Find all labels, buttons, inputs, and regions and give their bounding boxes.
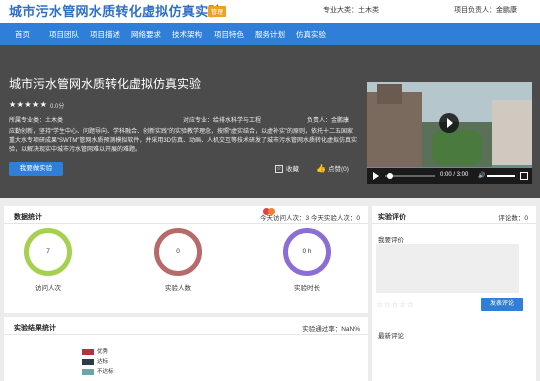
nav-features[interactable]: 项目特色 [214, 29, 244, 40]
video-controls: 0:00 / 3:00 🔊 [367, 168, 532, 184]
volume-slider[interactable] [487, 175, 515, 177]
legend-swatch [82, 368, 94, 375]
meta-related-major: 对应专业：给排水科学与工程 [183, 118, 262, 124]
nav-team[interactable]: 项目团队 [49, 29, 79, 40]
video-player[interactable]: 0:00 / 3:00 🔊 [367, 82, 532, 184]
review-title: 实验评价 [378, 214, 406, 221]
nav-home[interactable]: 首页 [15, 29, 30, 40]
review-header: 实验评价 评论数：0 [372, 206, 536, 224]
play-icon[interactable] [373, 172, 379, 180]
latest-reviews-label: 最新评论 [378, 333, 404, 340]
seek-handle[interactable] [387, 173, 393, 179]
duration-value: 0 h [302, 248, 312, 255]
rating-stars: ★★★★★ [9, 100, 48, 109]
like-button[interactable]: 👍 点赞(0) [316, 163, 349, 173]
legend-excellent: 优秀 [82, 347, 108, 355]
video-frame-trees [432, 130, 482, 165]
stats-header: 数据统计 今天访问人次：3 今天实验人次：0 [4, 206, 368, 224]
results-panel: 实验结果统计 实验通过率：NaN% 优秀 达标 不达标 [4, 317, 368, 381]
hero-section: 城市污水管网水质转化虚拟仿真实验 ★★★★★ 0.0分 所属专业类：土木类 对应… [0, 45, 540, 198]
stats-title: 数据统计 [14, 214, 42, 221]
review-stars[interactable]: ☆☆☆☆☆ [376, 300, 414, 309]
admin-tag[interactable]: 管理 [208, 6, 227, 17]
nav-network[interactable]: 网络要求 [131, 29, 161, 40]
visits-ring: 7 [24, 228, 72, 276]
nav-simulation[interactable]: 仿真实验 [296, 29, 326, 40]
star-icon: ☆ [275, 165, 283, 174]
project-title: 城市污水管网水质转化虚拟仿真实验 [9, 77, 202, 91]
indicator-dots [263, 208, 275, 217]
legend-label: 不达标 [97, 369, 114, 375]
meta-leader: 负责人：金鹏康 [307, 118, 350, 124]
site-title: 城市污水管网水质转化虚拟仿真实验 [9, 4, 222, 19]
nav-architecture[interactable]: 技术架构 [172, 29, 202, 40]
video-frame-building-right [492, 100, 532, 165]
orange-dot-icon [268, 208, 275, 215]
today-stats: 今天访问人次：3 今天实验人次：0 [259, 215, 360, 222]
like-label: 点赞(0) [327, 166, 349, 173]
legend-label: 达标 [97, 359, 109, 365]
experimenters-ring: 0 [154, 228, 202, 276]
legend-swatch [82, 348, 94, 355]
pass-rate: 实验通过率：NaN% [302, 326, 360, 333]
results-title: 实验结果统计 [14, 325, 56, 332]
legend-swatch [82, 358, 94, 365]
major-category: 专业大类：土木类 [323, 7, 379, 14]
project-leader: 项目负责人：金鹏康 [454, 7, 517, 14]
submit-review-button[interactable]: 发表评论 [481, 298, 523, 311]
top-header: 城市污水管网水质转化虚拟仿真实验 管理 专业大类：土木类 项目负责人：金鹏康 [0, 0, 540, 23]
nav-service[interactable]: 服务计划 [255, 29, 285, 40]
duration-label: 实验时长 [294, 285, 320, 292]
results-header: 实验结果统计 实验通过率：NaN% [4, 317, 368, 335]
big-play-icon[interactable] [439, 113, 459, 133]
visits-value: 7 [46, 248, 50, 255]
rating-score: 0.0分 [50, 104, 65, 110]
favorite-label: 收藏 [286, 166, 299, 173]
experimenters-label: 实验人数 [165, 285, 191, 292]
review-count: 评论数：0 [498, 215, 528, 222]
legend-pass: 达标 [82, 357, 108, 365]
legend-fail: 不达标 [82, 367, 114, 375]
legend-label: 优秀 [97, 349, 109, 355]
meta-major: 所属专业类：土木类 [9, 118, 64, 124]
favorite-button[interactable]: ☆ 收藏 [275, 163, 299, 174]
project-description: 应勤创新，坚持“学生中心、问题导向、学科融合、创新实践”的实验教学理念，按照“虚… [9, 129, 357, 153]
fullscreen-icon[interactable] [520, 172, 528, 180]
experimenters-value: 0 [176, 248, 180, 255]
my-review-label: 我要评价 [378, 237, 404, 244]
nav-description[interactable]: 项目描述 [90, 29, 120, 40]
volume-icon[interactable]: 🔊 [478, 172, 485, 179]
review-panel: 实验评价 评论数：0 我要评价 ☆☆☆☆☆ 发表评论 最新评论 [372, 206, 536, 381]
do-experiment-button[interactable]: 我要做实验 [9, 162, 63, 176]
video-time: 0:00 / 3:00 [440, 172, 469, 178]
duration-ring: 0 h [283, 228, 331, 276]
visits-label: 访问人次 [35, 285, 61, 292]
video-frame-roof [377, 84, 402, 104]
thumbs-up-icon: 👍 [316, 164, 326, 173]
stats-panel: 数据统计 今天访问人次：3 今天实验人次：0 7 访问人次 0 实验人数 0 h… [4, 206, 368, 313]
main-nav: 首页 项目团队 项目描述 网络要求 技术架构 项目特色 服务计划 仿真实验 [0, 23, 540, 45]
review-textarea[interactable] [376, 244, 519, 293]
